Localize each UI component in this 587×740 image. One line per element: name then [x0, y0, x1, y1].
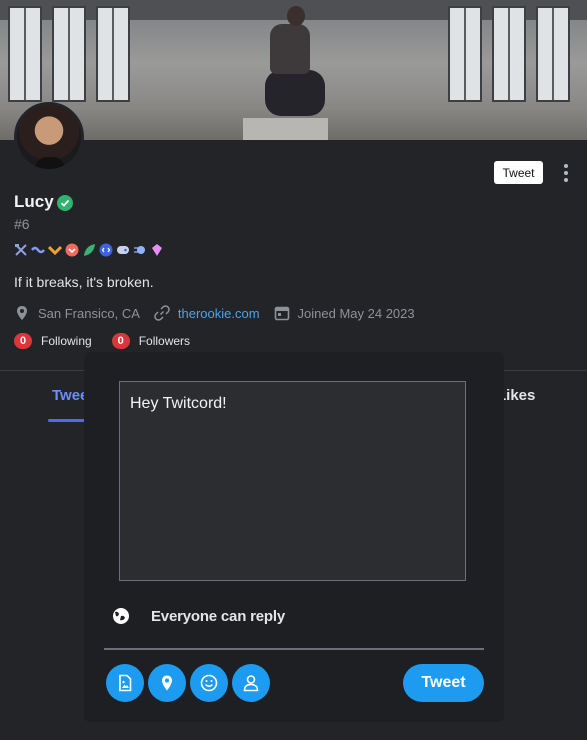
- badge-row: [14, 242, 164, 258]
- wave-badge-icon: [31, 246, 45, 254]
- banner-window: [8, 6, 42, 102]
- profile-banner: [0, 0, 587, 140]
- profile-handle: #6: [14, 216, 30, 232]
- verified-check-icon: [57, 195, 73, 211]
- more-options-icon[interactable]: [560, 162, 572, 184]
- followers-stat[interactable]: 0 Followers: [111, 333, 191, 349]
- hammer-wrench-badge-icon: [15, 244, 27, 256]
- compose-modal: Hey Twitcord! Everyone can reply Tweet: [84, 352, 504, 722]
- calendar-icon: [274, 306, 289, 321]
- banner-window: [52, 6, 86, 102]
- banner-window: [492, 6, 526, 102]
- banner-box: [243, 118, 328, 140]
- location-text: San Fransico, CA: [38, 305, 140, 321]
- following-count: 0: [14, 333, 32, 349]
- leaf-badge-icon: [84, 244, 95, 256]
- followers-count: 0: [111, 333, 130, 349]
- compose-toolbar: [106, 664, 270, 702]
- attach-image-button[interactable]: [106, 664, 144, 702]
- user-icon: [243, 675, 259, 692]
- orb-badge-icon: [134, 246, 145, 254]
- compose-textarea[interactable]: Hey Twitcord!: [119, 381, 466, 581]
- website-item[interactable]: therookie.com: [154, 305, 260, 321]
- profile-meta: San Fransico, CA therookie.com Joined Ma…: [14, 304, 429, 322]
- joined-item: Joined May 24 2023: [274, 305, 415, 321]
- code-badge-icon: [99, 243, 113, 257]
- location-item: San Fransico, CA: [14, 305, 140, 321]
- location-icon: [162, 675, 172, 691]
- submit-tweet-button[interactable]: Tweet: [403, 664, 484, 702]
- banner-window: [536, 6, 570, 102]
- profile-bio: If it breaks, it's broken.: [14, 274, 154, 290]
- following-label: Following: [41, 334, 92, 348]
- gem-badge-icon: [152, 244, 162, 256]
- avatar[interactable]: [14, 102, 84, 172]
- banner-person: [265, 70, 325, 116]
- map-pin-icon: [17, 306, 27, 320]
- heart-shield-badge-icon: [65, 243, 79, 257]
- following-stat[interactable]: 0 Following: [14, 333, 92, 349]
- add-emoji-button[interactable]: [190, 664, 228, 702]
- banner-window: [448, 6, 482, 102]
- reply-setting[interactable]: Everyone can reply: [112, 607, 285, 625]
- follow-stats: 0 Following 0 Followers: [14, 333, 210, 349]
- profile-name: Lucy: [14, 192, 54, 211]
- website-link[interactable]: therookie.com: [178, 306, 260, 321]
- add-location-button[interactable]: [148, 664, 186, 702]
- banner-person: [287, 6, 305, 26]
- tab-tweets[interactable]: Twee: [52, 387, 88, 404]
- banner-window: [96, 6, 130, 102]
- active-tab-indicator: [48, 419, 86, 422]
- joined-text: Joined May 24 2023: [297, 305, 415, 321]
- chevron-badge-icon: [48, 245, 62, 256]
- followers-label: Followers: [138, 334, 191, 348]
- globe-icon: [113, 608, 129, 624]
- reply-setting-label: Everyone can reply: [151, 607, 285, 625]
- compose-divider: [104, 648, 484, 650]
- banner-person: [270, 24, 310, 74]
- emoji-icon: [200, 674, 218, 692]
- header-tweet-button[interactable]: Tweet: [494, 161, 543, 184]
- image-icon: [119, 674, 132, 692]
- link-icon: [154, 305, 170, 321]
- tag-user-button[interactable]: [232, 664, 270, 702]
- gamepad-badge-icon: [117, 246, 129, 254]
